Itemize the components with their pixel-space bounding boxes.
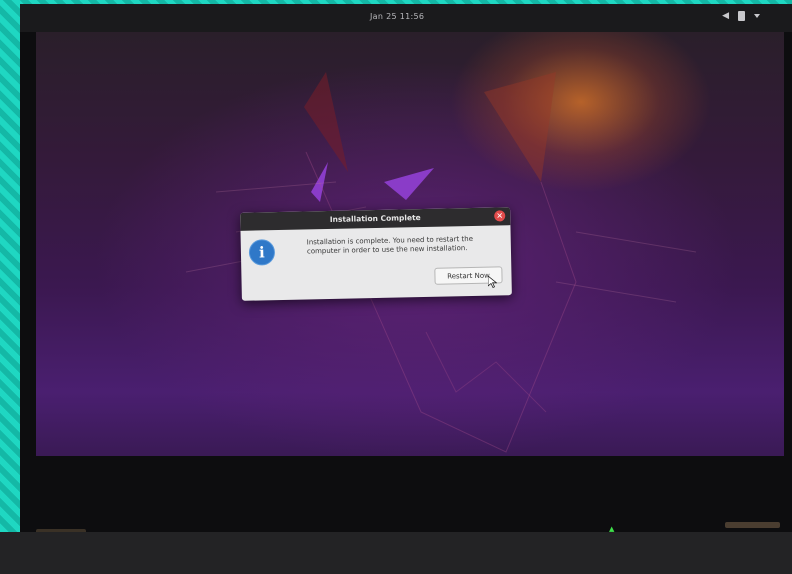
desk-foreground	[0, 532, 792, 574]
dialog-title: Installation Complete	[329, 213, 421, 224]
top-bar: Jan 25 11:56 ◀	[20, 4, 792, 32]
system-menu-chevron-icon[interactable]	[754, 14, 760, 18]
bezel-reflection-right	[725, 522, 780, 528]
mouse-cursor-icon	[488, 276, 497, 288]
system-tray[interactable]: ◀	[722, 11, 760, 21]
top-bar-clock[interactable]: Jan 25 11:56	[370, 12, 424, 21]
mascot-outline	[305, 151, 577, 453]
volume-icon[interactable]: ◀	[722, 11, 729, 21]
mascot-chin-lines	[425, 331, 547, 413]
battery-icon[interactable]	[738, 11, 745, 21]
mascot-left-ear	[304, 72, 348, 172]
info-icon: i	[248, 239, 276, 266]
mascot-right-ear	[484, 72, 556, 182]
dialog-message: Installation is complete. You need to re…	[306, 234, 474, 256]
installation-complete-dialog: Installation Complete ✕ i Installation i…	[240, 207, 512, 301]
mascot-right-eye	[384, 168, 434, 200]
